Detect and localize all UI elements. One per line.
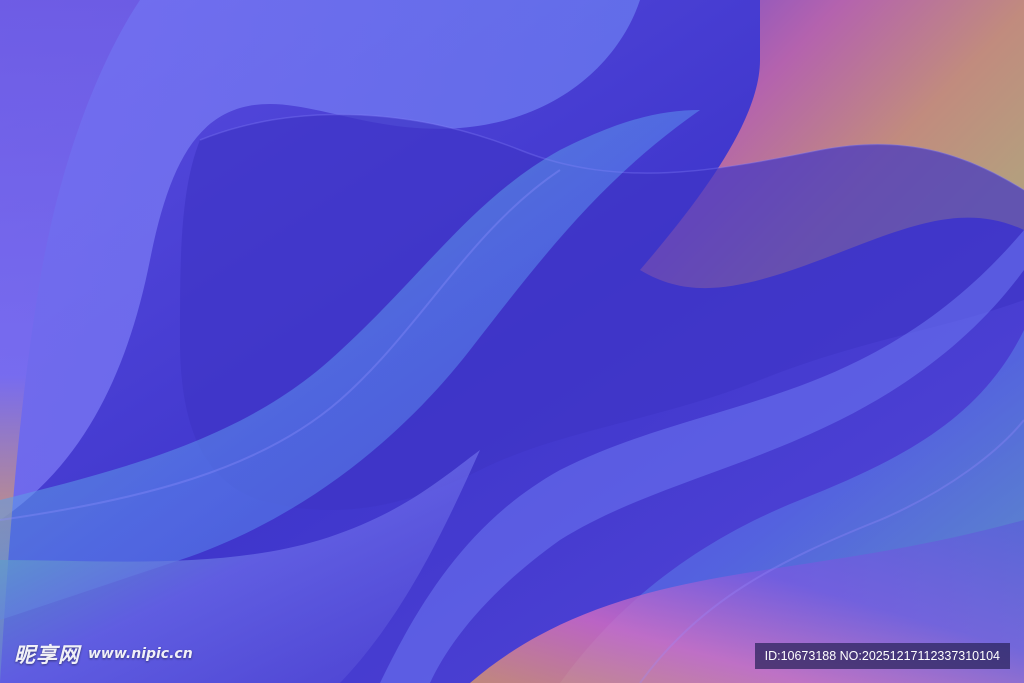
watermark-url: www.nipic.cn bbox=[88, 646, 193, 662]
watermark-brand: 昵享网 bbox=[14, 643, 80, 667]
abstract-wave-background bbox=[0, 0, 1024, 683]
nipic-watermark: 昵享网 www.nipic.cn bbox=[14, 639, 193, 669]
image-id-bar: ID:10673188 NO:20251217112337310104 bbox=[754, 643, 1010, 669]
wallpaper-canvas: 昵享网 www.nipic.cn ID:10673188 NO:20251217… bbox=[0, 0, 1024, 683]
image-id-text: ID:10673188 NO:20251217112337310104 bbox=[764, 649, 1000, 663]
